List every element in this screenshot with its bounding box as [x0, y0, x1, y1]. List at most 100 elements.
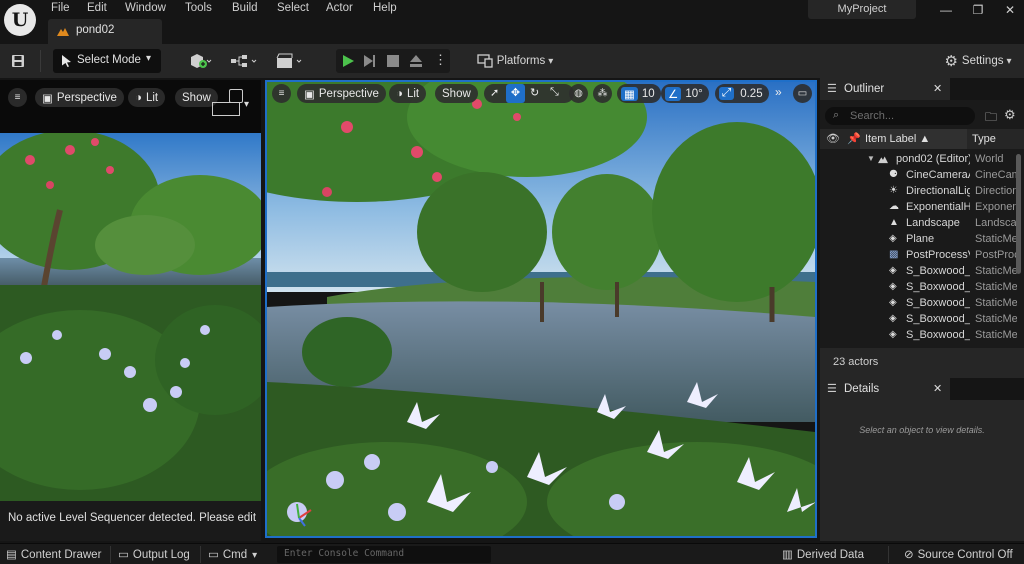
platforms-dropdown[interactable]: Platforms ▾	[473, 49, 557, 73]
rotate-tool-icon[interactable]: ↻	[530, 86, 539, 99]
more-options-icon[interactable]: ⋮	[434, 52, 447, 68]
maximize-viewport-icon[interactable]: ▭	[793, 84, 812, 103]
rotation-snap-value: 10°	[685, 87, 703, 100]
menu-edit[interactable]: Edit	[87, 0, 107, 16]
cinematic-viewport[interactable]: ≡ ▣ Perspective ◑ Lit Show ▾ No active Lev…	[0, 80, 261, 541]
hamburger-menu-icon[interactable]: ≡	[8, 88, 27, 107]
gear-icon[interactable]: ⚙	[1004, 107, 1016, 123]
perspective-button[interactable]: ▣ Perspective	[297, 84, 386, 103]
derived-data-button[interactable]: ▥ Derived Data	[782, 547, 864, 563]
settings-dropdown[interactable]: ⚙ Settings ▾	[940, 49, 1016, 73]
derived-data-icon: ▥	[782, 549, 793, 561]
perspective-button[interactable]: ▣ Perspective	[35, 88, 124, 107]
log-icon: ▭	[118, 549, 129, 561]
type-column-header[interactable]: Type	[972, 133, 996, 145]
rotation-snap-button[interactable]: ∠ 10°	[661, 84, 709, 103]
viewport-render	[267, 82, 815, 536]
outliner-row[interactable]: ⚈ CineCameraActor CineCameraActor	[820, 167, 1024, 183]
add-folder-icon[interactable]: 🗀	[985, 108, 997, 129]
main-viewport[interactable]: ≡ ▣ Perspective ◑ Lit Show ➚ ✥ ↻ ⤡ ◍ ⁂ ▦ 10…	[265, 80, 817, 538]
output-log-label: Output Log	[132, 549, 190, 561]
main-toolbar: Select Mode ▾ ⋮ Platforms ▾ ⚙ Settings ▾	[0, 44, 1024, 78]
maximize-viewport-icon[interactable]	[229, 89, 243, 103]
scale-tool-icon[interactable]: ⤡	[550, 86, 559, 99]
play-icon[interactable]	[341, 54, 355, 68]
step-icon[interactable]	[363, 54, 377, 68]
outliner-row[interactable]: ▲ Landscape Landscape	[820, 215, 1024, 231]
close-icon[interactable]: ✕	[933, 82, 942, 95]
outliner-row[interactable]: ◈ S_Boxwood_ StaticMeshActor	[820, 279, 1024, 295]
aspect-ratio-icon[interactable]	[212, 102, 240, 116]
outliner-row[interactable]: ◈ S_Boxwood_ StaticMeshActor	[820, 311, 1024, 327]
visibility-icon[interactable]: 👁	[826, 132, 840, 145]
outliner-search-input[interactable]: ⌕ Search...	[825, 107, 975, 125]
blueprint-button[interactable]	[228, 49, 262, 73]
cmd-dropdown[interactable]: ▭ Cmd ▾	[208, 547, 257, 563]
menu-build[interactable]: Build	[232, 0, 258, 16]
menu-file[interactable]: File	[51, 0, 70, 16]
outliner-row[interactable]: ◈ S_Boxwood_ StaticMeshActor	[820, 327, 1024, 343]
save-icon[interactable]	[8, 49, 28, 73]
divider	[200, 546, 201, 563]
label-column-header[interactable]: Item Label ▲	[860, 129, 967, 149]
console-command-input[interactable]: Enter Console Command	[277, 546, 491, 563]
add-actor-button[interactable]	[184, 49, 216, 73]
outliner-row[interactable]: ◈ S_Boxwood_ StaticMeshActor	[820, 295, 1024, 311]
minimize-icon[interactable]: —	[934, 3, 958, 17]
world-local-icon[interactable]: ◍	[569, 84, 588, 103]
menu-window[interactable]: Window	[125, 0, 166, 16]
outliner-row[interactable]: ☁ ExponentialHeightFog ExponentialHeight…	[820, 199, 1024, 215]
details-empty-message: Select an object to view details.	[859, 425, 985, 435]
show-label: Show	[442, 87, 471, 100]
more-chevron-icon[interactable]: »	[775, 85, 782, 99]
close-icon[interactable]: ✕	[933, 382, 942, 395]
unreal-logo-icon[interactable]: U	[4, 4, 36, 36]
content-drawer-button[interactable]: ▤ Content Drawer	[6, 547, 101, 563]
divider	[888, 546, 889, 563]
outliner-row[interactable]: ◈ S_Boxwood_ StaticMeshActor	[820, 263, 1024, 279]
show-label: Show	[182, 91, 211, 104]
hamburger-menu-icon[interactable]: ≡	[272, 84, 291, 103]
grid-snap-button[interactable]: ▦ 10	[617, 84, 661, 103]
restore-icon[interactable]: ❐	[966, 3, 990, 17]
eject-icon[interactable]	[409, 54, 423, 68]
menu-tools[interactable]: Tools	[185, 0, 212, 16]
cinematics-button[interactable]	[273, 49, 307, 73]
translate-tool-icon[interactable]: ✥	[506, 84, 525, 103]
details-tab[interactable]: ☰ Details ✕	[820, 378, 950, 400]
expand-arrow-icon[interactable]: ▼	[867, 151, 875, 167]
pin-icon[interactable]: 📌	[847, 132, 861, 145]
output-log-button[interactable]: ▭ Output Log	[118, 547, 190, 563]
row-type: DirectionalLight	[975, 185, 1017, 197]
show-button[interactable]: Show	[435, 84, 478, 103]
mesh-icon: ◈	[889, 265, 897, 276]
outliner-row[interactable]: ◈ Plane StaticMeshActor	[820, 231, 1024, 247]
landscape-icon: ▲	[889, 217, 899, 228]
outliner-tab[interactable]: ☰ Outliner ✕	[820, 78, 950, 100]
scale-snap-button[interactable]: ⤢ 0.25	[715, 84, 769, 103]
menu-help[interactable]: Help	[373, 0, 397, 16]
select-tool-icon[interactable]: ➚	[490, 86, 499, 99]
level-tab[interactable]: pond02	[48, 19, 162, 44]
lit-button[interactable]: ◑ Lit	[128, 88, 166, 107]
surface-snap-icon[interactable]: ⁂	[593, 84, 612, 103]
outliner-root-row[interactable]: ▼ pond02 (Editor) World	[820, 151, 1024, 167]
outliner-row[interactable]: ☀ DirectionalLight DirectionalLight	[820, 183, 1024, 199]
lit-label: Lit	[145, 91, 159, 104]
stop-icon[interactable]	[386, 54, 400, 68]
grid-snap-value: 10	[641, 87, 655, 100]
outliner-footer: 23 actors	[820, 348, 1024, 378]
menu-actor[interactable]: Actor	[326, 0, 353, 16]
select-mode-dropdown[interactable]: Select Mode ▾	[53, 49, 161, 73]
outliner-row[interactable]: ▩ PostProcessVolume PostProcessVolume	[820, 247, 1024, 263]
chevron-down-icon[interactable]: ▾	[244, 99, 249, 110]
menu-select[interactable]: Select	[277, 0, 309, 16]
derived-data-label: Derived Data	[796, 549, 864, 561]
row-type: StaticMeshActor	[975, 329, 1017, 341]
scale-snap-value: 0.25	[740, 87, 763, 100]
close-window-icon[interactable]: ✕	[998, 3, 1022, 17]
settings-label: Settings	[961, 55, 1004, 67]
lit-button[interactable]: ◑ Lit	[389, 84, 427, 103]
source-control-button[interactable]: ⊘ Source Control Off	[904, 547, 1013, 563]
outliner-scrollbar[interactable]	[1016, 154, 1021, 274]
